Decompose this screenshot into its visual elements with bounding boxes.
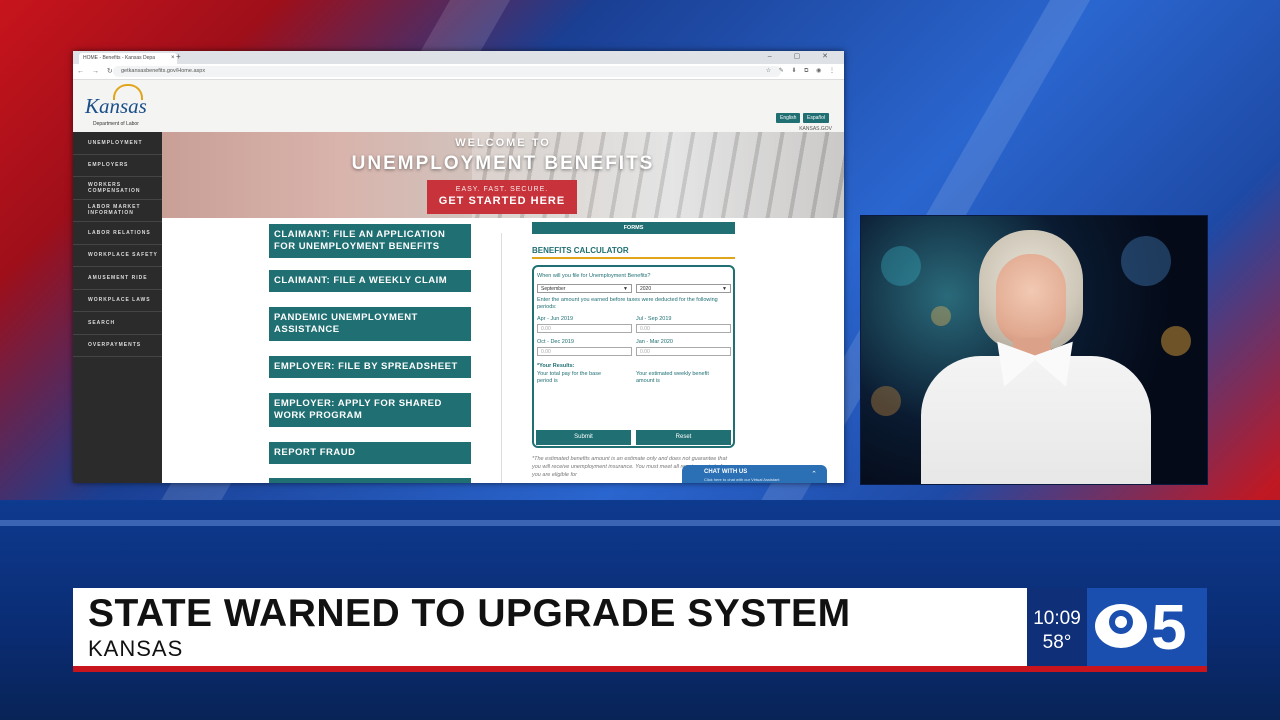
anchor-face [996,254,1066,346]
city-light [881,246,921,286]
sidebar-item-search[interactable]: SEARCH [73,312,162,335]
chevron-down-icon: ▼ [722,286,727,292]
chevron-down-icon: ▼ [623,286,628,292]
shared-work-button[interactable]: EMPLOYER: APPLY FOR SHARED WORK PROGRAM [269,393,471,427]
kansas-logo[interactable]: Kansas [85,94,147,119]
divider [501,233,502,483]
english-button[interactable]: English [776,113,801,123]
nav-arrows-icon[interactable]: ← → ↻ [77,67,116,75]
window-controls[interactable]: – ▢ ✕ [768,52,838,60]
chat-subtitle: Click here to chat with our Virtual Assi… [704,477,780,482]
sidebar-item-workplace-laws[interactable]: WORKPLACE LAWS [73,290,162,312]
file-application-button[interactable]: CLAIMANT: FILE AN APPLICATION FOR UNEMPL… [269,224,471,258]
lower-third-accent [73,666,1207,672]
channel-number: 5 [1151,591,1187,663]
site-header: Kansas Department of Labor English Españ… [73,80,844,142]
sidebar-item-employers[interactable]: EMPLOYERS [73,155,162,177]
city-light [931,306,951,326]
city-light [1161,326,1191,356]
sidebar-item-workers-compensation[interactable]: WORKERS COMPENSATION [73,177,162,200]
report-fraud-button[interactable]: REPORT FRAUD [269,442,471,464]
base-period-result: Your total pay for the base period is [537,371,602,384]
chat-widget[interactable]: CHAT WITH US Click here to chat with our… [682,465,827,483]
period-3-input[interactable]: 0.00 [537,347,632,356]
month-select[interactable]: September ▼ [537,284,632,293]
get-started-button[interactable]: EASY. FAST. SECURE. GET STARTED HERE [427,180,577,214]
anchor-video [860,215,1208,485]
city-light [871,386,901,416]
tab-title: HOME - Benefits - Kansas Depa [83,55,155,61]
url-input[interactable]: getkansasbenefits.gov/Home.aspx [113,66,781,77]
period-4-input[interactable]: 0.00 [636,347,731,356]
time-temp-box: 10:09 58° [1027,588,1087,666]
sidebar-item-amusement-ride[interactable]: AMUSEMENT RIDE [73,267,162,290]
reset-button[interactable]: Reset [636,430,731,445]
period-3-label: Oct - Dec 2019 [537,339,574,345]
pandemic-assistance-button[interactable]: PANDEMIC UNEMPLOYMENT ASSISTANCE [269,307,471,341]
chat-title: CHAT WITH US [704,469,748,475]
address-bar-row: ← → ↻ getkansasbenefits.gov/Home.aspx ☆ … [73,64,844,80]
clock: 10:09 [1033,608,1081,629]
tab-close-icon[interactable]: × [171,53,175,64]
station-logo: 5 [1087,588,1207,666]
weekly-benefit-result: Your estimated weekly benefit amount is [636,371,709,384]
temperature: 58° [1042,632,1072,653]
cta-label: GET STARTED HERE [438,195,566,207]
bg-lower-line [0,520,1280,526]
forms-tab[interactable]: FORMS [532,222,735,234]
file-question: When will you file for Unemployment Bene… [537,273,651,279]
employer-spreadsheet-button[interactable]: EMPLOYER: FILE BY SPREADSHEET [269,356,471,378]
period-1-label: Apr - Jun 2019 [537,316,574,322]
year-value: 2020 [640,286,652,292]
sidebar-item-workplace-safety[interactable]: WORKPLACE SAFETY [73,245,162,267]
period-1-input[interactable]: 0.00 [537,324,632,333]
sidebar-item-labor-market[interactable]: LABOR MARKET INFORMATION [73,200,162,222]
sidebar-item-labor-relations[interactable]: LABOR RELATIONS [73,222,162,245]
period-2-input[interactable]: 0.00 [636,324,731,333]
hero-banner: WELCOME TO UNEMPLOYMENT BENEFITS EASY. F… [162,132,844,218]
earnings-instruction: Enter the amount you earned before taxes… [537,297,718,310]
chevron-up-icon[interactable]: ⌃ [811,470,817,478]
city-light [1121,236,1171,286]
site-sidebar: UNEMPLOYMENT EMPLOYERS WORKERS COMPENSAT… [73,132,162,483]
period-4-label: Jan - Mar 2020 [636,339,673,345]
calculator-underline [532,257,735,259]
weekly-claim-button[interactable]: CLAIMANT: FILE A WEEKLY CLAIM [269,270,471,292]
main-content: CLAIMANT: FILE AN APPLICATION FOR UNEMPL… [162,218,844,483]
results-label: *Your Results: [537,363,575,369]
spanish-button[interactable]: Español [803,113,830,123]
sidebar-item-unemployment[interactable]: UNEMPLOYMENT [73,132,162,155]
headline: STATE WARNED TO UPGRADE SYSTEM [88,592,851,635]
hero-title: UNEMPLOYMENT BENEFITS [351,153,655,174]
browser-tab[interactable]: HOME - Benefits - Kansas Depa × [79,53,177,64]
location-subline: KANSAS [88,636,184,661]
sidebar-item-overpayments[interactable]: OVERPAYMENTS [73,335,162,357]
period-2-label: Jul - Sep 2019 [636,316,672,322]
cta-tagline: EASY. FAST. SECURE. [455,186,549,193]
hero-welcome: WELCOME TO [455,137,551,149]
anchor-shirt [921,356,1151,484]
new-tab-icon[interactable]: + [176,52,181,61]
benefits-calculator: When will you file for Unemployment Bene… [532,265,735,448]
browser-tabbar: HOME - Benefits - Kansas Depa × + – ▢ ✕ [73,51,844,64]
extension-icons[interactable]: ☆ ✎ ⬇ ⧉ ◉ ⋮ [766,67,838,75]
more-button[interactable] [269,478,471,483]
submit-button[interactable]: Submit [536,430,631,445]
cbs-eye-center [1115,616,1127,628]
calculator-title: BENEFITS CALCULATOR [532,246,629,255]
logo-subtitle: Department of Labor [93,121,139,127]
browser-window: HOME - Benefits - Kansas Depa × + – ▢ ✕ … [73,51,844,483]
month-value: September [541,286,566,292]
year-select[interactable]: 2020 ▼ [636,284,731,293]
